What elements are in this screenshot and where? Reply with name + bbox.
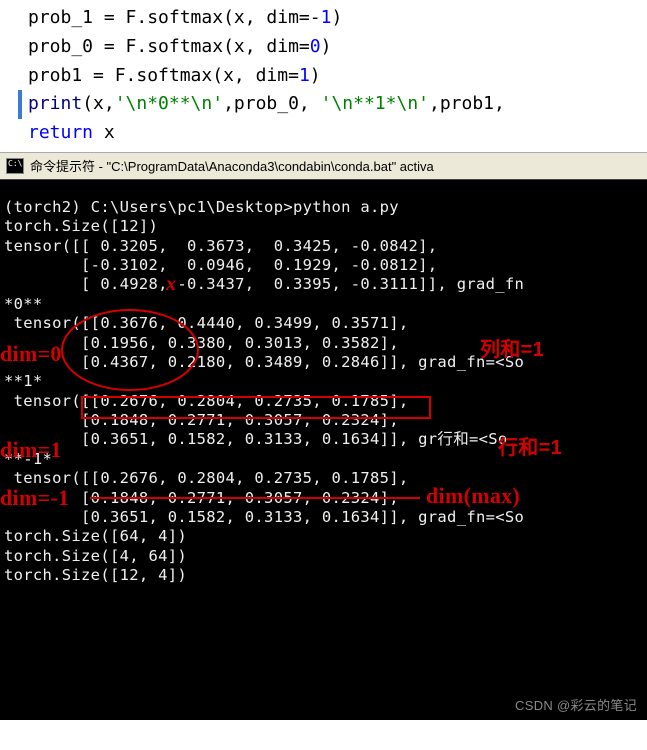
term-line: [0.3651, 0.1582, 0.3133, 0.1634]], grad_…: [4, 508, 643, 527]
term-line: [0.4367, 0.2180, 0.3489, 0.2846]], grad_…: [4, 353, 643, 372]
term-line: [-0.3102, 0.0946, 0.1929, -0.0812],: [4, 256, 643, 275]
terminal-output: (torch2) C:\Users\pc1\Desktop>python a.p…: [0, 180, 647, 720]
term-line: tensor([[0.2676, 0.2804, 0.2735, 0.1785]…: [4, 392, 643, 411]
annot-dim-max: dim(max): [426, 482, 520, 510]
term-line: [0.1848, 0.2771, 0.3057, 0.2324],: [4, 411, 643, 430]
annot-row-sum: 行和=1: [498, 436, 562, 461]
term-line: (torch2) C:\Users\pc1\Desktop>python a.p…: [4, 198, 643, 217]
code-line-4: print(x,'\n*0**\n',prob_0, '\n**1*\n',pr…: [18, 90, 647, 119]
term-line: *0**: [4, 295, 643, 314]
term-line: **1*: [4, 372, 643, 391]
annot-col-sum: 列和=1: [480, 338, 544, 363]
term-line: tensor([[0.2676, 0.2804, 0.2735, 0.1785]…: [4, 469, 643, 488]
code-line-5: return x: [28, 119, 647, 148]
titlebar-text: 命令提示符 - "C:\ProgramData\Anaconda3\condab…: [30, 156, 434, 175]
code-line-3: prob1 = F.softmax(x, dim=1): [28, 62, 647, 91]
term-line: torch.Size([12]): [4, 217, 643, 236]
term-line: tensor([[ 0.3205, 0.3673, 0.3425, -0.084…: [4, 237, 643, 256]
term-line: torch.Size([64, 4]): [4, 527, 643, 546]
code-editor: prob_1 = F.softmax(x, dim=-1) prob_0 = F…: [0, 0, 647, 152]
term-line: [0.1956, 0.3380, 0.3013, 0.3582],: [4, 334, 643, 353]
term-line: [ 0.4928, -0.3437, 0.3395, -0.3111]], gr…: [4, 275, 643, 294]
term-line: tensor([[0.3676, 0.4440, 0.3499, 0.3571]…: [4, 314, 643, 333]
term-line: torch.Size([4, 64]): [4, 547, 643, 566]
annot-x: x: [166, 272, 176, 297]
annot-dim-neg1: dim=-1: [0, 484, 69, 512]
terminal-titlebar[interactable]: 命令提示符 - "C:\ProgramData\Anaconda3\condab…: [0, 152, 647, 180]
term-line: torch.Size([12, 4]): [4, 566, 643, 585]
term-line: [0.1848, 0.2771, 0.3057, 0.2324],: [4, 489, 643, 508]
code-line-1: prob_1 = F.softmax(x, dim=-1): [28, 4, 647, 33]
annot-dim0: dim=0: [0, 340, 62, 368]
annot-dim1: dim=1: [0, 436, 62, 464]
code-line-2: prob_0 = F.softmax(x, dim=0): [28, 33, 647, 62]
cmd-icon: [6, 158, 24, 174]
watermark: CSDN @彩云的笔记: [515, 698, 637, 714]
